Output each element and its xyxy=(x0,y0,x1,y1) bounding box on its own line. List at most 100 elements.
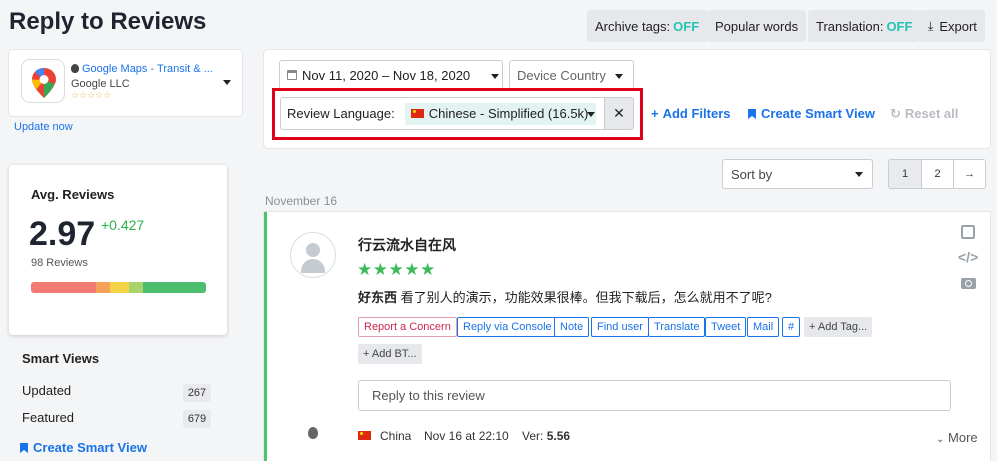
archive-tags-label: Archive tags: xyxy=(595,18,671,34)
avg-reviews-count: 98 Reviews xyxy=(31,257,88,269)
china-flag-icon xyxy=(358,431,371,440)
chevron-down-icon xyxy=(491,74,499,79)
archive-tags-toggle[interactable]: Archive tags: OFF xyxy=(587,10,708,42)
export-label: Export xyxy=(939,18,977,34)
download-icon: ⤓ xyxy=(928,18,934,33)
reply-via-console-button[interactable]: Reply via Console xyxy=(457,317,558,337)
archive-tags-state: OFF xyxy=(673,18,700,34)
avatar-head xyxy=(306,243,320,257)
highlight-box xyxy=(272,88,643,140)
rating-segment-1 xyxy=(31,282,96,293)
google-maps-logo-icon xyxy=(32,68,56,98)
avg-reviews-title: Avg. Reviews xyxy=(31,187,115,202)
avg-reviews-value: 2.97 xyxy=(29,215,96,253)
add-bt-label: Add BT... xyxy=(371,348,417,360)
sort-label: Sort by xyxy=(731,166,773,182)
apple-icon xyxy=(71,64,79,73)
app-developer: Google LLC xyxy=(71,78,130,90)
review-title: 好东西 xyxy=(358,290,398,305)
sidebar-create-smart-view-label: Create Smart View xyxy=(33,440,147,455)
page-button-1[interactable]: 1 xyxy=(889,160,921,188)
create-smart-view-label: Create Smart View xyxy=(761,106,875,121)
review-rating-stars: ★★★★★ xyxy=(357,260,436,279)
app-icon xyxy=(21,59,65,103)
page-title: Reply to Reviews xyxy=(9,8,207,35)
review-body: 看了别人的演示，功能效果很棒。但我下载后，怎么就用不了呢? xyxy=(397,290,772,305)
date-range-select[interactable]: Nov 11, 2020 – Nov 18, 2020 xyxy=(279,60,503,90)
more-label: More xyxy=(948,430,978,445)
camera-icon[interactable] xyxy=(961,278,976,289)
reply-placeholder: Reply to this review xyxy=(372,388,485,403)
tweet-button[interactable]: Tweet xyxy=(705,317,747,337)
smart-view-count-featured: 679 xyxy=(183,410,211,428)
review-date: Nov 16 at 22:10 xyxy=(424,429,509,443)
sidebar-create-smart-view-link[interactable]: Create Smart View xyxy=(20,440,147,455)
more-button[interactable]: ⌄ More xyxy=(936,430,978,445)
translate-button[interactable]: Translate xyxy=(648,317,706,337)
review-country-text: China xyxy=(380,429,412,443)
sort-select[interactable]: Sort by xyxy=(722,159,873,189)
find-user-button[interactable]: Find user xyxy=(591,317,649,337)
translation-toggle[interactable]: Translation: OFF xyxy=(808,10,921,42)
app-name: Google Maps - Transit & ... xyxy=(71,63,213,75)
mail-button[interactable]: Mail xyxy=(747,317,780,337)
bookmark-icon xyxy=(20,443,28,453)
popular-words-button[interactable]: Popular words xyxy=(707,10,807,42)
reply-input[interactable]: Reply to this review xyxy=(358,380,951,411)
reviewer-name: 行云流水自在风 xyxy=(358,237,456,253)
translation-label: Translation: xyxy=(816,18,884,34)
expand-icon[interactable] xyxy=(961,225,975,239)
date-range-value: Nov 11, 2020 – Nov 18, 2020 xyxy=(302,67,471,83)
smart-views-title: Smart Views xyxy=(22,351,100,366)
popular-words-label: Popular words xyxy=(715,18,799,34)
rating-segment-4 xyxy=(129,282,143,293)
page-button-2[interactable]: 2 xyxy=(921,160,953,188)
review-version: Ver: 5.56 xyxy=(522,429,570,443)
arrow-right-icon[interactable]: → xyxy=(953,160,985,188)
rating-segment-3 xyxy=(109,282,129,293)
device-country-select[interactable]: Device Country xyxy=(509,60,634,90)
plus-icon: + xyxy=(651,106,659,121)
plus-icon: + xyxy=(363,348,372,360)
reset-all-button[interactable]: ↻ Reset all xyxy=(890,106,958,122)
app-rating-stars: ☆☆☆☆☆ xyxy=(71,90,112,100)
chevron-down-icon xyxy=(223,80,231,85)
smart-view-count-updated: 267 xyxy=(183,384,211,402)
rating-segment-5 xyxy=(143,282,206,293)
review-text: 好东西 看了别人的演示，功能效果很棒。但我下载后，怎么就用不了呢? xyxy=(358,287,772,306)
add-filters-button[interactable]: + Add Filters xyxy=(651,106,731,121)
avatar xyxy=(290,232,336,278)
export-button[interactable]: ⤓ Export xyxy=(920,10,985,42)
smart-view-item-featured[interactable]: Featured xyxy=(22,410,74,425)
chevron-down-icon xyxy=(855,172,863,177)
smart-view-item-updated[interactable]: Updated xyxy=(22,383,71,398)
avg-reviews-card: Avg. Reviews 2.97 +0.427 98 Reviews xyxy=(9,165,227,335)
chevron-down-icon: ⌄ xyxy=(936,434,945,445)
rating-segment-2 xyxy=(95,282,110,293)
review-version-value: 5.56 xyxy=(546,429,571,443)
avg-reviews-delta: +0.427 xyxy=(101,217,145,233)
create-smart-view-button[interactable]: Create Smart View xyxy=(748,106,875,121)
app-name-text: Google Maps - Transit & ... xyxy=(82,63,213,75)
add-tag-button[interactable]: + Add Tag... xyxy=(804,317,873,337)
refresh-icon: ↻ xyxy=(890,106,901,121)
bookmark-icon xyxy=(748,109,756,119)
calendar-icon xyxy=(287,70,297,80)
report-concern-button[interactable]: Report a Concern xyxy=(358,317,457,337)
device-country-placeholder: Device Country xyxy=(517,67,606,83)
update-now-link[interactable]: Update now xyxy=(14,121,73,133)
code-icon[interactable]: </> xyxy=(958,249,978,265)
app-selector[interactable]: Google Maps - Transit & ... Google LLC ☆… xyxy=(9,50,242,116)
chevron-down-icon xyxy=(615,74,623,79)
reset-all-label: Reset all xyxy=(904,106,959,121)
note-button[interactable]: Note xyxy=(554,317,590,337)
pagination: 1 2 → xyxy=(888,159,986,189)
review-country: China xyxy=(358,429,411,443)
translation-state: OFF xyxy=(886,18,913,34)
date-group-header: November 16 xyxy=(265,194,338,208)
hashtag-button[interactable]: # xyxy=(782,317,801,337)
rating-distribution-bar xyxy=(31,282,206,293)
add-bt-button[interactable]: + Add BT... xyxy=(358,344,422,364)
add-tag-label: Add Tag... xyxy=(817,321,868,333)
review-version-label: Ver: xyxy=(522,429,544,443)
